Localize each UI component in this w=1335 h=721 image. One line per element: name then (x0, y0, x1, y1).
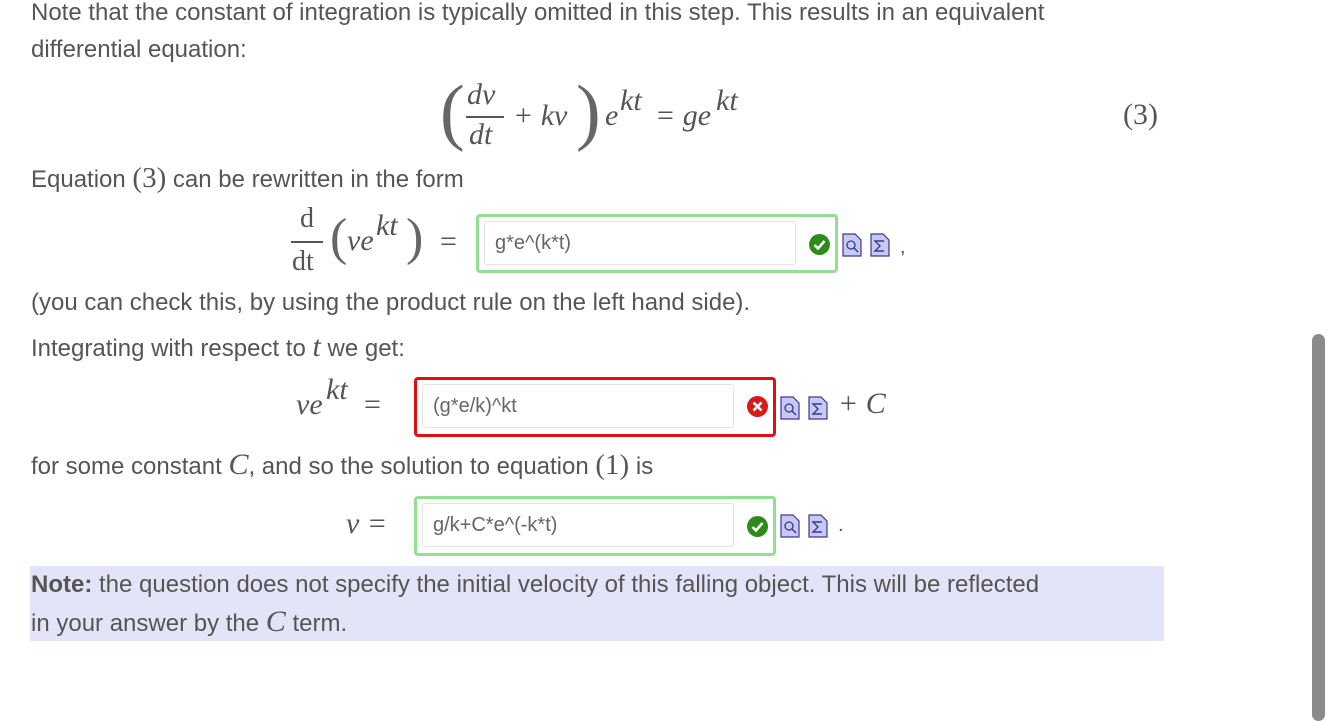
ve-term: ve (347, 224, 374, 257)
left-paren: ( (440, 71, 465, 153)
equation-number: (3) (1123, 98, 1158, 131)
question-content: Note that the constant of integration is… (0, 0, 1310, 721)
answer-input-2[interactable] (422, 384, 734, 428)
left-paren-2: ( (330, 209, 348, 266)
v-equals: v = (346, 507, 388, 540)
answer-input-3[interactable] (422, 503, 734, 547)
right-paren: ) (576, 71, 601, 153)
integrating-prefix: Integrating with respect to (31, 335, 306, 362)
preview-doc-icon[interactable] (780, 396, 800, 420)
dt-denominator-2: dt (292, 246, 314, 277)
kt-exponent-right: kt (716, 84, 738, 117)
constant-variable: C (228, 448, 249, 481)
plus-constant: + C (838, 387, 886, 420)
constant-prefix: for some constant (31, 453, 222, 480)
trailing-period: . (838, 514, 844, 536)
note-line-2: in your answer by the C term. (31, 603, 347, 642)
plus-kv: + kv (513, 99, 568, 132)
note-text-1: the question does not specify the initia… (99, 571, 1040, 598)
equation-1-ref: (1) (595, 449, 630, 481)
derivative-fraction-bar (291, 241, 323, 243)
constant-mid: , and so the solution to equation (248, 453, 589, 480)
note-label: Note: (31, 571, 93, 598)
rewritten-prefix: Equation (31, 166, 126, 193)
integrating-suffix: we get: (327, 335, 405, 362)
answer-field-3-wrapper (414, 496, 776, 556)
right-paren-2: ) (406, 209, 424, 266)
cross-circle-icon (747, 396, 768, 417)
rewritten-suffix: can be rewritten in the form (172, 166, 464, 193)
note-c-variable: C (265, 605, 286, 638)
kt-exponent: kt (620, 84, 642, 117)
note-box: Note: the question does not specify the … (30, 566, 1164, 641)
vertical-scrollbar-thumb[interactable] (1312, 334, 1325, 721)
ve-term-2: ve (296, 388, 323, 421)
check-circle-icon (809, 234, 830, 255)
rewritten-line: Equation (3) can be rewritten in the for… (31, 160, 464, 198)
check-circle-icon (747, 516, 768, 537)
constant-line: for some constant C, and so the solution… (31, 446, 653, 485)
sigma-doc-icon[interactable] (808, 514, 828, 538)
answer-input-1[interactable] (484, 221, 796, 265)
preview-doc-icon[interactable] (780, 514, 800, 538)
equals-sign-2: = (364, 388, 381, 421)
equals-sign: = (440, 225, 457, 258)
sigma-doc-icon[interactable] (870, 233, 890, 257)
trailing-comma: , (900, 236, 906, 258)
dv-numerator: dv (467, 78, 496, 111)
preview-doc-icon[interactable] (842, 233, 862, 257)
answer-field-2-wrapper (414, 377, 776, 437)
integrating-line: Integrating with respect to t we get: (31, 328, 405, 367)
intro-line-2: differential equation: (31, 36, 247, 63)
note-text-2-prefix: in your answer by the (31, 610, 260, 637)
e-base: e (605, 99, 619, 132)
equals-ge: = ge (655, 99, 712, 132)
d-numerator: d (300, 203, 314, 234)
dt-denominator: dt (469, 118, 493, 151)
equation-ref: (3) (132, 162, 167, 194)
kt-exponent-3: kt (326, 373, 348, 406)
kt-exponent-2: kt (376, 209, 398, 242)
integrating-variable: t (312, 330, 321, 363)
intro-line-1: Note that the constant of integration is… (31, 0, 1045, 26)
constant-suffix: is (635, 453, 654, 480)
product-rule-note: (you can check this, by using the produc… (31, 289, 751, 316)
answer-field-1-wrapper (476, 214, 838, 273)
sigma-doc-icon[interactable] (808, 396, 828, 420)
note-text-2-suffix: term. (292, 610, 348, 637)
note-line-1: Note: the question does not specify the … (31, 566, 1039, 603)
